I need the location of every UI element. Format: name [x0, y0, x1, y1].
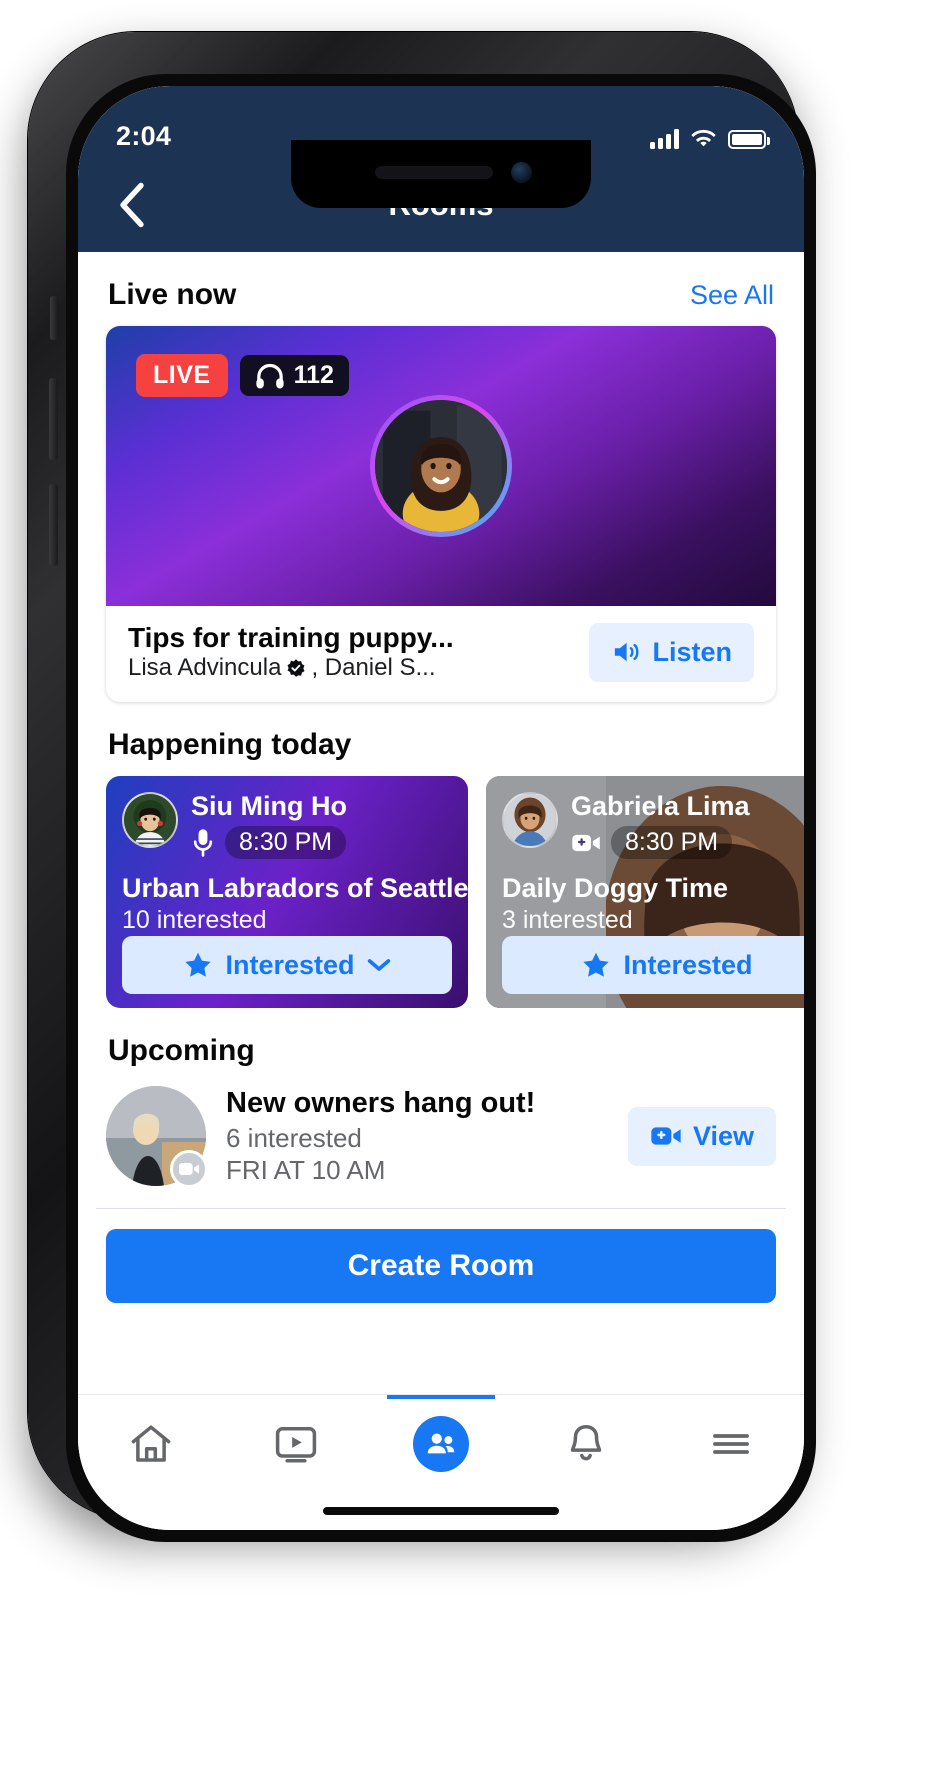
event-host-name: Siu Ming Ho — [191, 791, 347, 821]
event-card[interactable]: Gabriela Lima 8:30 PM Daily Doggy Time 3… — [486, 776, 804, 1008]
live-room-host-suffix: , Daniel S... — [311, 654, 436, 681]
back-button[interactable] — [106, 179, 158, 231]
live-room-text: Tips for training puppy... Lisa Advincul… — [128, 622, 454, 682]
home-indicator[interactable] — [78, 1492, 804, 1530]
battery-full-icon — [728, 130, 770, 149]
volume-up-button[interactable] — [49, 378, 58, 460]
event-title: Daily Doggy Time — [502, 873, 729, 904]
video-camera-plus-icon — [651, 1127, 681, 1145]
chevron-down-icon — [367, 959, 390, 971]
verified-badge-icon — [287, 659, 305, 677]
home-icon — [131, 1424, 170, 1462]
star-icon — [185, 952, 212, 977]
live-room-footer: Tips for training puppy... Lisa Advincul… — [106, 606, 776, 702]
watch-icon — [275, 1426, 316, 1463]
microphone-icon — [193, 829, 213, 857]
upcoming-text: New owners hang out! 6 interested FRI AT… — [226, 1087, 608, 1186]
phone-frame: 2:04 Live now See All LIVE 112 Tips for … — [28, 32, 816, 1542]
event-title: Urban Labradors of Seattle — [122, 873, 468, 904]
avatar — [502, 792, 558, 848]
live-room-card[interactable]: LIVE 112 Tips for training puppy... Lisa… — [106, 326, 776, 702]
silent-switch[interactable] — [50, 296, 58, 340]
avatar — [122, 792, 178, 848]
bottom-tab-bar — [78, 1394, 804, 1492]
event-interested-count: 3 interested — [502, 906, 633, 935]
interested-button[interactable]: Interested — [502, 936, 804, 994]
create-room-button[interactable]: Create Room — [106, 1229, 776, 1303]
upcoming-header: Upcoming — [78, 1008, 804, 1082]
upcoming-interested-count: 6 interested — [226, 1122, 362, 1153]
listener-count-badge: 112 — [239, 355, 349, 396]
upcoming-avatar-wrap — [106, 1086, 208, 1188]
tab-home[interactable] — [78, 1395, 223, 1492]
listen-button[interactable]: Listen — [589, 622, 754, 682]
headphones-icon — [255, 363, 284, 389]
avatar-photo — [124, 794, 176, 846]
notch — [291, 140, 591, 208]
phone-screen: 2:04 Live now See All LIVE 112 Tips for … — [78, 86, 804, 1530]
happening-today-header: Happening today — [78, 702, 804, 776]
video-camera-icon — [178, 1163, 200, 1175]
live-now-header: Live now See All — [78, 252, 804, 326]
upcoming-avatar-badge — [170, 1150, 208, 1188]
front-camera — [511, 162, 532, 183]
view-button-label: View — [692, 1120, 754, 1151]
interested-button-label: Interested — [225, 949, 355, 980]
event-time: 8:30 PM — [611, 826, 733, 860]
event-time: 8:30 PM — [225, 826, 347, 860]
live-room-hosts: Lisa Advincula , Daniel S... — [128, 654, 454, 682]
volume-down-button[interactable] — [49, 484, 58, 566]
live-room-title: Tips for training puppy... — [128, 622, 454, 653]
scroll-content: Live now See All LIVE 112 Tips for train… — [78, 252, 804, 1394]
tab-watch[interactable] — [223, 1395, 368, 1492]
create-room-area: Create Room — [78, 1209, 804, 1321]
event-interested-count: 10 interested — [122, 906, 267, 935]
status-bar-indicators — [650, 129, 770, 152]
avatar-photo — [375, 400, 507, 532]
live-room-host-primary: Lisa Advincula — [128, 654, 282, 681]
interested-button-label: Interested — [623, 949, 753, 980]
groups-active-pill — [413, 1415, 469, 1472]
groups-icon — [427, 1433, 455, 1453]
listener-count-value: 112 — [293, 361, 334, 389]
event-host-name: Gabriela Lima — [571, 791, 750, 821]
listen-button-label: Listen — [652, 636, 732, 667]
video-camera-icon — [572, 834, 600, 851]
avatar-photo — [504, 794, 556, 846]
speaker-icon — [615, 642, 639, 662]
notifications-bell-icon — [571, 1424, 602, 1460]
star-icon — [583, 952, 610, 977]
tab-groups[interactable] — [368, 1395, 513, 1492]
live-host-avatar — [375, 400, 507, 532]
chevron-left-icon — [120, 182, 144, 228]
live-room-badges: LIVE 112 — [136, 354, 349, 397]
live-host-avatar-ring — [370, 395, 512, 537]
section-title-happening-today: Happening today — [108, 728, 352, 761]
tab-notifications[interactable] — [514, 1395, 659, 1492]
facebook-rooms-app: 2:04 Live now See All LIVE 112 Tips for … — [78, 86, 804, 1530]
upcoming-date: FRI AT 10 AM — [226, 1154, 386, 1185]
event-card[interactable]: Siu Ming Ho 8:30 PM Urban Labradors of S… — [106, 776, 468, 1008]
happening-today-carousel[interactable]: Siu Ming Ho 8:30 PM Urban Labradors of S… — [78, 776, 804, 1008]
menu-hamburger-icon — [713, 1433, 750, 1454]
cellular-signal-icon — [650, 129, 679, 149]
earpiece-speaker — [375, 166, 493, 179]
section-title-upcoming: Upcoming — [108, 1034, 255, 1067]
upcoming-list-item[interactable]: New owners hang out! 6 interested FRI AT… — [78, 1082, 804, 1208]
upcoming-title: New owners hang out! — [226, 1086, 536, 1119]
live-room-media: LIVE 112 — [106, 326, 776, 606]
see-all-link[interactable]: See All — [690, 280, 774, 311]
wifi-icon — [691, 129, 716, 147]
section-title-live-now: Live now — [108, 278, 237, 311]
screenshot-stage: 2:04 Live now See All LIVE 112 Tips for … — [0, 0, 926, 1792]
tab-menu[interactable] — [659, 1395, 804, 1492]
live-badge: LIVE — [136, 354, 228, 397]
status-bar-time: 2:04 — [116, 121, 172, 151]
interested-button[interactable]: Interested — [122, 936, 452, 994]
view-button[interactable]: View — [627, 1106, 776, 1166]
